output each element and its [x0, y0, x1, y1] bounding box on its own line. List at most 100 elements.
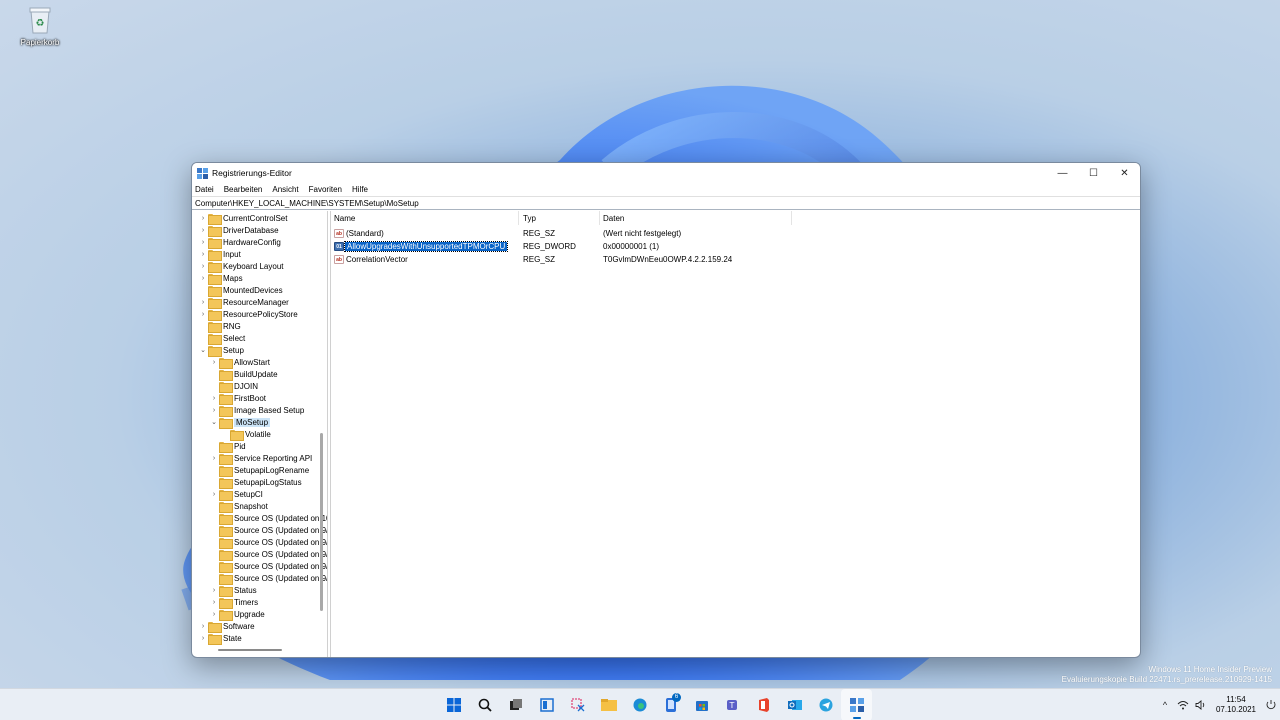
address-bar[interactable]: Computer\HKEY_LOCAL_MACHINE\SYSTEM\Setup… — [192, 196, 1140, 210]
tree-node[interactable]: › FirstBoot — [192, 392, 324, 405]
widgets-icon[interactable] — [531, 689, 562, 720]
recycle-bin-icon: ♻ — [27, 6, 53, 34]
tree-node[interactable]: › Maps — [192, 272, 324, 285]
column-header-name[interactable]: Name — [334, 214, 355, 223]
chevron-right-icon[interactable]: › — [198, 299, 208, 306]
tree-node[interactable]: SetupapiLogRename — [192, 464, 324, 477]
chevron-right-icon[interactable]: › — [198, 215, 208, 222]
tree-node[interactable]: › State — [192, 632, 324, 645]
outlook-icon[interactable] — [779, 689, 810, 720]
tree-node[interactable]: Snapshot — [192, 500, 324, 513]
chevron-up-icon[interactable]: ^ — [1156, 689, 1174, 720]
chevron-right-icon[interactable]: › — [209, 611, 219, 618]
tree-node[interactable]: › Image Based Setup — [192, 404, 324, 417]
chevron-right-icon[interactable]: › — [209, 587, 219, 594]
chevron-down-icon[interactable]: ⌄ — [209, 418, 219, 426]
office-icon[interactable] — [748, 689, 779, 720]
clock[interactable]: 11:54 07.10.2021 — [1216, 695, 1256, 715]
tree-node[interactable]: › Upgrade — [192, 608, 324, 621]
tree-node[interactable]: › HardwareConfig — [192, 236, 324, 249]
tree-node[interactable]: › ResourceManager — [192, 296, 324, 309]
search-icon[interactable] — [469, 689, 500, 720]
tree-node[interactable]: ⌄ MoSetup — [192, 416, 324, 429]
start-icon[interactable] — [438, 689, 469, 720]
column-header-data[interactable]: Daten — [603, 214, 624, 223]
recycle-bin-shortcut[interactable]: ♻ Papierkorb — [16, 6, 64, 47]
menu-item-ansicht[interactable]: Ansicht — [272, 185, 298, 194]
tree-node[interactable]: › Status — [192, 584, 324, 597]
tree-node[interactable]: ⌄ Setup — [192, 344, 324, 357]
chevron-right-icon[interactable]: › — [198, 227, 208, 234]
tree-node[interactable]: DJOIN — [192, 380, 324, 393]
tree-node[interactable]: › SetupCI — [192, 488, 324, 501]
volume-icon[interactable] — [1192, 689, 1210, 720]
tree-node[interactable]: Source OS (Updated on 9/ — [192, 572, 327, 585]
folder-icon — [208, 213, 222, 225]
tree-node[interactable]: Source OS (Updated on 9/ — [192, 548, 327, 561]
close-button[interactable]: ✕ — [1109, 163, 1140, 183]
chevron-right-icon[interactable]: › — [209, 599, 219, 606]
tree-vertical-scrollbar[interactable] — [320, 433, 323, 611]
tree-node[interactable]: › DriverDatabase — [192, 224, 324, 237]
tree-node[interactable]: Source OS (Updated on 9/ — [192, 536, 327, 549]
edge-icon[interactable] — [624, 689, 655, 720]
chevron-right-icon[interactable]: › — [209, 455, 219, 462]
store-icon[interactable] — [686, 689, 717, 720]
value-row[interactable]: ab (Standard) REG_SZ (Wert nicht festgelegt… — [331, 228, 931, 240]
column-header-type[interactable]: Typ — [523, 214, 536, 223]
chevron-right-icon[interactable]: › — [209, 395, 219, 402]
regedit-app-icon — [197, 167, 208, 179]
phone-link-icon[interactable]: 6 — [655, 689, 686, 720]
tree-node[interactable]: › Timers — [192, 596, 324, 609]
minimize-button[interactable]: — — [1047, 163, 1078, 183]
regedit-icon[interactable] — [841, 689, 872, 720]
tree-node[interactable]: Source OS (Updated on 9/ — [192, 524, 327, 537]
menu-item-favoriten[interactable]: Favoriten — [309, 185, 342, 194]
tree-node[interactable]: BuildUpdate — [192, 368, 324, 381]
telegram-icon[interactable] — [810, 689, 841, 720]
tree-node[interactable]: Source OS (Updated on 10 — [192, 512, 327, 525]
tree-node[interactable]: › Service Reporting API — [192, 452, 324, 465]
tree-node[interactable]: RNG — [192, 320, 324, 333]
tree-node[interactable]: Pid — [192, 440, 324, 453]
value-row[interactable]: ab CorrelationVector REG_SZ T0GvlmDWnEeu0OW… — [331, 254, 931, 266]
tree-node[interactable]: SetupapiLogStatus — [192, 476, 324, 489]
tree-node[interactable]: Select — [192, 332, 324, 345]
chevron-right-icon[interactable]: › — [198, 239, 208, 246]
task-view-icon[interactable] — [500, 689, 531, 720]
teams-icon[interactable]: T — [717, 689, 748, 720]
chevron-right-icon[interactable]: › — [198, 623, 208, 630]
tree-node[interactable]: › Keyboard Layout — [192, 260, 324, 273]
value-row[interactable]: 01 AllowUpgradesWithUnsupportedTPMOrCPU RE… — [331, 241, 931, 253]
tree-node[interactable]: MountedDevices — [192, 284, 324, 297]
chevron-right-icon[interactable]: › — [209, 407, 219, 414]
snipping-tool-icon[interactable] — [562, 689, 593, 720]
maximize-button[interactable]: ☐ — [1078, 163, 1109, 183]
chevron-right-icon[interactable]: › — [198, 251, 208, 258]
tree-horizontal-scrollbar[interactable] — [218, 649, 282, 651]
key-tree[interactable]: › CurrentControlSet › DriverDatabase › Hardwa… — [192, 211, 328, 657]
menu-item-hilfe[interactable]: Hilfe — [352, 185, 368, 194]
chevron-right-icon[interactable]: › — [198, 263, 208, 270]
wifi-icon[interactable] — [1174, 689, 1192, 720]
tree-node[interactable]: › ResourcePolicyStore — [192, 308, 324, 321]
values-list[interactable]: Name Typ Daten ab (Standard) REG_SZ (Wert n… — [330, 211, 1140, 657]
notification-icon[interactable] — [1262, 689, 1280, 720]
chevron-right-icon[interactable]: › — [209, 359, 219, 366]
tree-node[interactable]: › Software — [192, 620, 324, 633]
tree-node[interactable]: › AllowStart — [192, 356, 324, 369]
tree-node[interactable]: › Input — [192, 248, 324, 261]
file-explorer-icon[interactable] — [593, 689, 624, 720]
tree-node[interactable]: › CurrentControlSet — [192, 212, 324, 225]
tree-node-label: SetupapiLogRename — [234, 465, 310, 475]
chevron-right-icon[interactable]: › — [198, 635, 208, 642]
chevron-down-icon[interactable]: ⌄ — [198, 346, 208, 354]
chevron-right-icon[interactable]: › — [198, 275, 208, 282]
tree-node[interactable]: Volatile — [192, 428, 324, 441]
menu-item-datei[interactable]: Datei — [195, 185, 214, 194]
menu-item-bearbeiten[interactable]: Bearbeiten — [224, 185, 263, 194]
chevron-right-icon[interactable]: › — [209, 491, 219, 498]
tree-node[interactable]: Source OS (Updated on 9/ — [192, 560, 327, 573]
chevron-right-icon[interactable]: › — [198, 311, 208, 318]
title-bar[interactable]: Registrierungs-Editor — ☐ ✕ — [192, 163, 1140, 183]
